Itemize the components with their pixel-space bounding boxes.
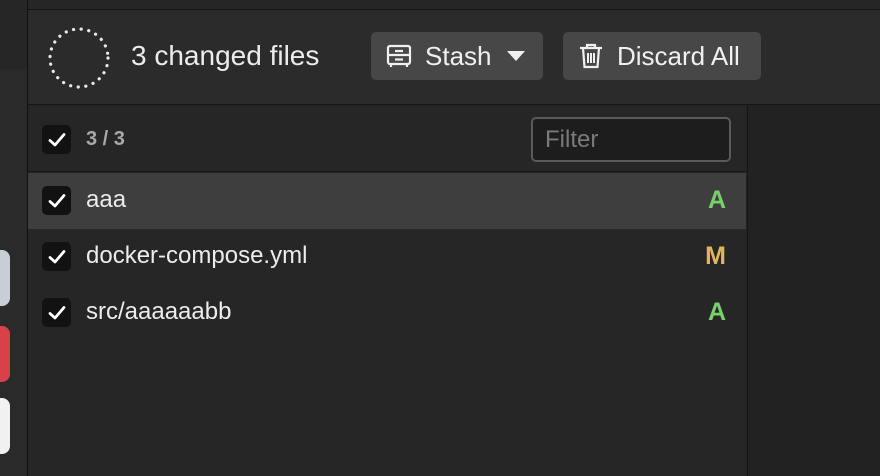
list-header: 3 / 3 [28, 106, 746, 172]
stash-button-label: Stash [425, 40, 492, 71]
filter-input[interactable] [531, 117, 731, 162]
select-all-checkbox[interactable] [42, 125, 71, 154]
loading-spinner-icon [47, 26, 111, 90]
chevron-down-icon[interactable] [506, 50, 526, 62]
file-status-badge: A [707, 298, 726, 326]
discard-all-button[interactable]: Discard All [563, 32, 761, 80]
dock-app-tile[interactable] [0, 398, 10, 454]
diff-pane [747, 106, 880, 476]
file-checkbox[interactable] [42, 242, 71, 271]
file-row[interactable]: docker-compose.yml M [28, 229, 746, 285]
file-checkbox[interactable] [42, 298, 71, 327]
file-name: docker-compose.yml [86, 242, 308, 269]
left-edge-strip [0, 0, 27, 476]
changed-files-title: 3 changed files [131, 40, 320, 71]
dock-app-tile[interactable] [0, 250, 10, 306]
changed-files-list: 3 / 3 aaa A docker-compose.yml M src/aaa… [28, 106, 746, 476]
changes-panel: 3 changed files Stash Discard All 3 / 3 … [27, 0, 880, 476]
file-checkbox[interactable] [42, 186, 71, 215]
changes-toolbar: 3 changed files Stash Discard All [28, 10, 880, 105]
checkmark-icon [48, 305, 65, 319]
top-strip [28, 0, 880, 10]
stash-button[interactable]: Stash [371, 32, 543, 80]
file-status-badge: M [705, 242, 726, 270]
discard-all-label: Discard All [617, 40, 740, 71]
checkmark-icon [48, 249, 65, 263]
file-name: aaa [86, 186, 127, 213]
file-status-badge: A [707, 186, 726, 214]
stash-box-icon [385, 42, 413, 70]
file-row[interactable]: src/aaaaaabb A [28, 285, 746, 341]
checkmark-icon [48, 193, 65, 207]
file-name: src/aaaaaabb [86, 298, 232, 325]
dock-app-tile[interactable] [0, 326, 10, 382]
left-edge-top [0, 0, 27, 70]
selected-count: 3 / 3 [86, 128, 125, 150]
trash-icon [577, 42, 605, 70]
file-row[interactable]: aaa A [28, 173, 746, 229]
checkmark-icon [48, 132, 65, 146]
